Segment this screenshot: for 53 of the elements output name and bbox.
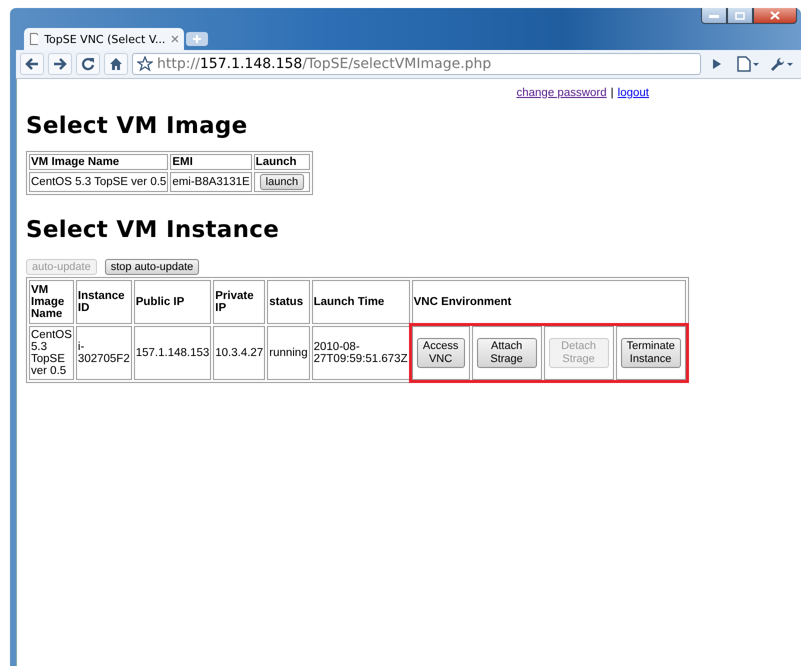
column-header: Launch [254,154,310,170]
column-header: VM Image Name [29,280,74,324]
minimize-button[interactable] [701,8,727,24]
action-button[interactable]: Terminate Instance [620,338,681,368]
table-cell: 10.3.4.27 [213,326,266,380]
section-heading: Select VM Image [26,113,249,139]
table-cell: emi-B8A3131E [170,172,252,192]
action-button[interactable]: Attach Strage [476,338,537,368]
column-header: Public IP [134,280,212,324]
plus-icon [192,34,202,44]
table-cell: running [267,326,310,380]
home-button[interactable] [104,53,128,75]
tab-title: TopSE VNC (Select V... [44,32,166,46]
link-separator: | [610,87,614,99]
table-cell: i-302705F2 [76,326,132,380]
reload-button[interactable] [76,53,100,75]
home-icon [109,57,123,71]
column-header: status [267,280,310,324]
table-cell: 2010-08-27T09:59:51.673Z [312,326,410,380]
maximize-icon [735,12,745,20]
forward-arrow-icon [53,58,67,70]
forward-button[interactable] [48,53,72,75]
close-icon [770,11,780,20]
wrench-icon [770,56,794,72]
column-header: VNC Environment [412,280,686,324]
table-cell: 157.1.148.153 [134,326,212,380]
star-icon[interactable] [137,56,153,72]
new-tab-button[interactable] [186,32,208,46]
action-button[interactable]: Access VNC [416,338,465,368]
column-header: Launch Time [312,280,410,324]
column-header: VM Image Name [29,154,168,170]
back-arrow-icon [25,58,39,70]
column-header: EMI [170,154,252,170]
page-icon [736,56,760,72]
table-cell: CentOS 5.3 TopSE ver 0.5 [29,326,74,380]
page-icon [30,33,38,45]
launch-button[interactable]: launch [260,174,304,190]
browser-tab[interactable]: TopSE VNC (Select V... [24,28,184,50]
nav-link[interactable]: logout [618,87,649,99]
close-button[interactable] [753,8,797,24]
minimize-icon [709,14,719,18]
column-header: Private IP [213,280,266,324]
reload-icon [81,57,95,71]
update-button[interactable]: stop auto-update [104,259,200,275]
close-icon[interactable] [171,35,178,43]
table-cell: CentOS 5.3 TopSE ver 0.5 [29,172,168,192]
column-header: Instance ID [76,280,132,324]
nav-link[interactable]: change password [516,87,607,99]
back-button[interactable] [20,53,44,75]
section-heading: Select VM Instance [26,217,280,243]
maximize-button[interactable] [727,8,753,24]
play-icon [712,58,722,70]
address-field[interactable]: http://157.1.148.158/TopSE/selectVMImage.php [132,53,701,75]
